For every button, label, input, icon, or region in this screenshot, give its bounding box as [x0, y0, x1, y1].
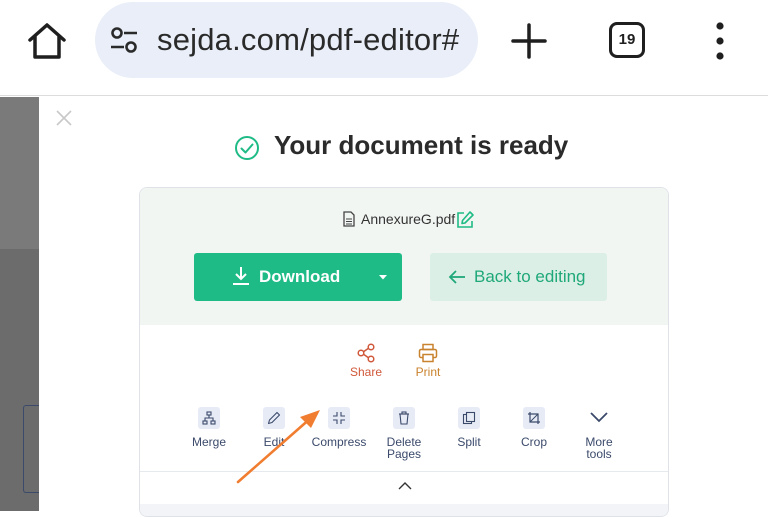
download-main-button[interactable]: Download	[194, 253, 374, 301]
arrow-left-icon	[448, 270, 465, 284]
page-info-icon[interactable]	[109, 26, 139, 54]
tool-label: Delete Pages	[386, 435, 422, 461]
card-divider	[140, 471, 668, 472]
result-card: AnnexureG.pdf Download Back to editing S…	[139, 187, 669, 517]
crop-icon	[523, 407, 545, 429]
print-label: Print	[415, 365, 441, 379]
print-button[interactable]: Print	[410, 343, 446, 383]
plus-icon[interactable]	[510, 22, 548, 60]
back-to-editing-button[interactable]: Back to editing	[430, 253, 607, 301]
tool-label: More tools	[585, 435, 613, 461]
split-icon	[458, 407, 480, 429]
caret-down-icon[interactable]	[376, 271, 390, 283]
file-icon	[343, 211, 355, 227]
back-to-editing-label: Back to editing	[474, 267, 586, 286]
tool-label: Split	[457, 435, 481, 449]
download-button[interactable]: Download	[194, 253, 402, 301]
more-vert-icon[interactable]	[710, 22, 730, 60]
edit-filename-icon[interactable]	[455, 210, 475, 230]
tool-label: Crop	[520, 435, 547, 449]
chevron-down-icon	[590, 412, 608, 423]
tool-more-tools[interactable]: More tools	[564, 407, 634, 463]
dialog-title: Your document is ready	[274, 130, 569, 160]
url-text[interactable]: sejda.com/pdf-editor#	[157, 22, 459, 58]
compress-icon	[328, 407, 350, 429]
tool-delete-pages[interactable]: Delete Pages	[369, 407, 439, 463]
result-card-header: AnnexureG.pdf Download Back to editing	[140, 188, 668, 325]
home-icon[interactable]	[24, 20, 70, 62]
check-circle-icon	[235, 136, 259, 160]
tool-split[interactable]: Split	[434, 407, 504, 463]
close-icon[interactable]	[54, 108, 74, 128]
share-label: Share	[349, 365, 383, 379]
share-icon	[357, 343, 375, 363]
file-name: AnnexureG.pdf	[361, 211, 456, 227]
download-label: Download	[259, 267, 341, 286]
share-button[interactable]: Share	[345, 343, 387, 383]
chevron-up-icon[interactable]	[395, 479, 415, 493]
download-icon	[233, 267, 249, 285]
tool-crop[interactable]: Crop	[499, 407, 569, 463]
printer-icon	[418, 343, 438, 363]
annotation-arrow	[236, 410, 320, 484]
address-bar[interactable]: sejda.com/pdf-editor#	[95, 2, 478, 78]
tab-switcher-icon[interactable]: 19	[609, 22, 645, 58]
browser-toolbar: sejda.com/pdf-editor# 19	[0, 0, 768, 96]
trash-icon	[393, 407, 415, 429]
merge-icon	[198, 407, 220, 429]
download-dialog: Your document is ready AnnexureG.pdf Dow…	[39, 97, 768, 517]
tab-count: 19	[618, 31, 636, 48]
